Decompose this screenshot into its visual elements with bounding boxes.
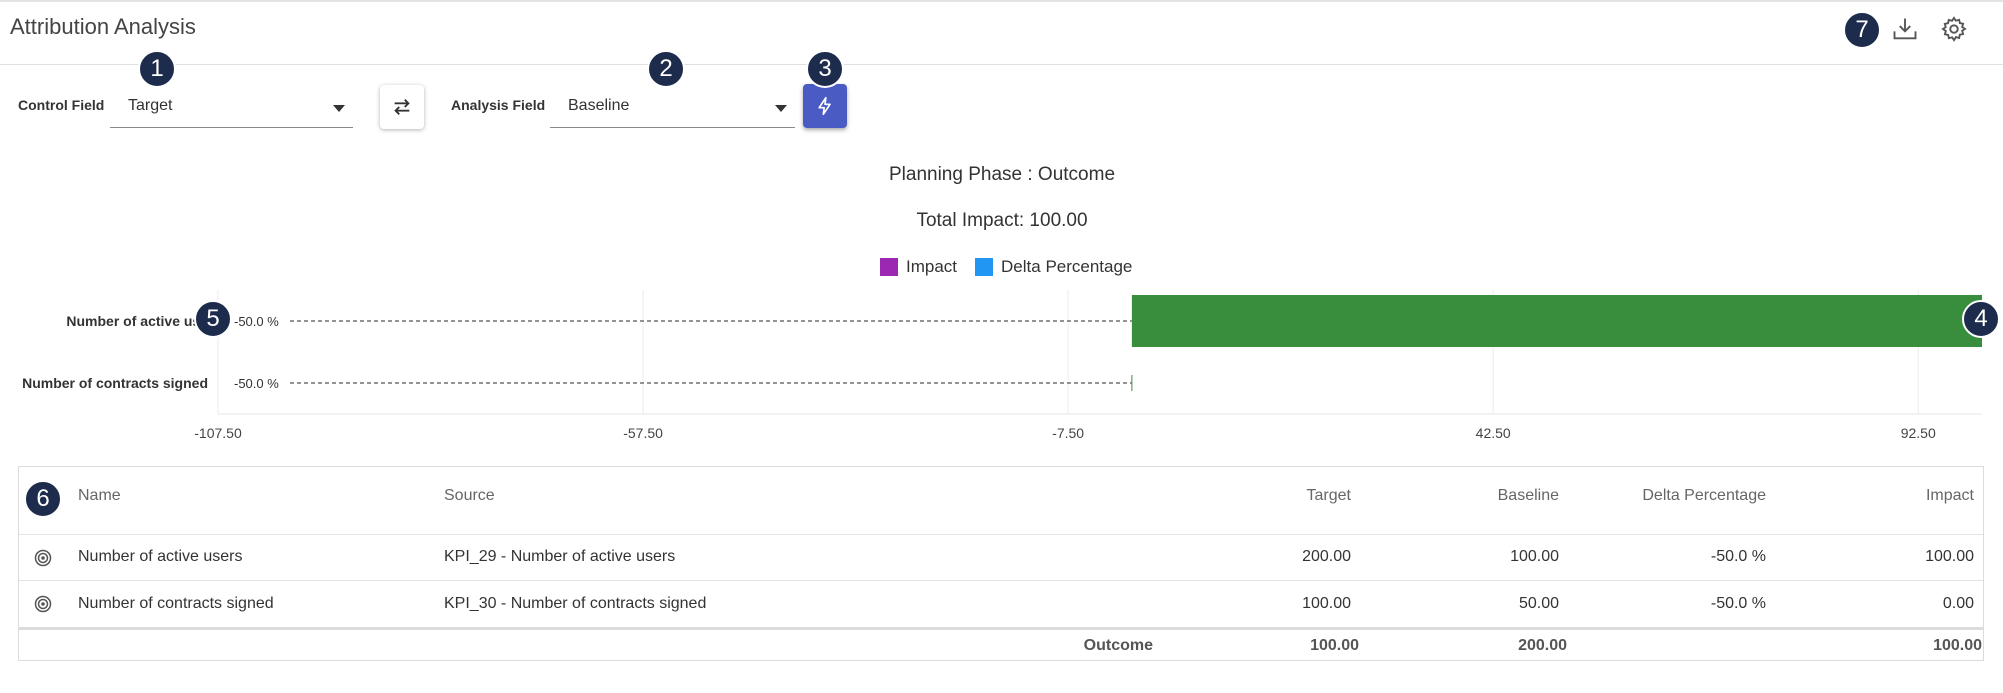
- x-tick-label: -107.50: [194, 425, 242, 441]
- footer-label: Outcome: [1083, 637, 1153, 654]
- panel-header: [0, 2, 2003, 65]
- column-header-impact[interactable]: Impact: [1774, 487, 1974, 505]
- attribution-bar-chart: -107.50 -57.50 -7.50 42.50 92.50 Number of ac…: [22, 290, 1982, 441]
- control-field-label: Control Field: [18, 97, 105, 113]
- page-title: Attribution Analysis: [10, 14, 196, 39]
- analysis-field-label: Analysis Field: [451, 97, 546, 113]
- legend-swatch-delta: [975, 258, 994, 276]
- target-icon: [34, 549, 52, 567]
- annotation-badge-4: 4: [1962, 300, 2000, 338]
- swap-icon: [394, 99, 410, 115]
- annotation-badge-6: 6: [24, 480, 62, 518]
- x-tick-label: -57.50: [623, 425, 663, 441]
- row-source: KPI_29 - Number of active users: [444, 548, 676, 565]
- chevron-down-icon: [775, 105, 787, 112]
- swap-fields-button[interactable]: [380, 85, 424, 129]
- column-header-delta-percentage[interactable]: Delta Percentage: [1566, 487, 1766, 505]
- lightning-icon: [818, 96, 831, 116]
- chart-title: Planning Phase : Outcome: [888, 164, 1116, 185]
- row-name: Number of contracts signed: [78, 595, 274, 612]
- delta-label: -50.0 %: [234, 376, 279, 391]
- download-button[interactable]: [1887, 11, 1923, 47]
- column-header-target[interactable]: Target: [1151, 487, 1351, 505]
- legend-item-delta-percentage[interactable]: Delta Percentage: [975, 257, 1132, 277]
- category-label: Number of contracts signed: [22, 375, 208, 391]
- settings-button[interactable]: [1936, 11, 1972, 47]
- column-header-name[interactable]: Name: [78, 487, 121, 505]
- chevron-down-icon: [333, 105, 345, 112]
- chart-legend: Impact Delta Percentage: [880, 257, 1132, 277]
- gear-icon: [1941, 16, 1967, 42]
- footer-baseline: 200.00: [1518, 637, 1567, 654]
- run-analysis-button[interactable]: [803, 84, 847, 128]
- row-target: 100.00: [1302, 595, 1351, 612]
- x-tick-label: 92.50: [1901, 425, 1936, 441]
- row-baseline: 50.00: [1518, 595, 1559, 612]
- row-delta: -50.0 %: [1710, 548, 1766, 565]
- control-field-select[interactable]: Target: [110, 87, 353, 128]
- download-icon: [1893, 18, 1917, 40]
- row-target: 200.00: [1302, 548, 1351, 565]
- analysis-field-value: Baseline: [568, 97, 630, 114]
- footer-target: 100.00: [1310, 637, 1359, 654]
- category-label: Number of active use: [66, 313, 208, 329]
- footer-impact: 100.00: [1933, 637, 1982, 654]
- row-source: KPI_30 - Number of contracts signed: [444, 595, 707, 612]
- row-impact: 100.00: [1925, 548, 1974, 565]
- legend-swatch-impact: [880, 258, 898, 276]
- legend-label-delta: Delta Percentage: [1001, 257, 1133, 276]
- annotation-badge-1: 1: [138, 50, 176, 88]
- footer-divider: [19, 627, 1983, 630]
- impact-bar: [1131, 295, 1982, 347]
- column-header-baseline[interactable]: Baseline: [1359, 487, 1559, 505]
- x-tick-label: -7.50: [1052, 425, 1084, 441]
- delta-label: -50.0 %: [234, 314, 279, 329]
- legend-item-impact[interactable]: Impact: [880, 257, 957, 277]
- row-impact: 0.00: [1942, 595, 1974, 612]
- annotation-badge-7: 7: [1843, 11, 1881, 49]
- row-delta: -50.0 %: [1710, 595, 1766, 612]
- target-icon: [34, 595, 52, 613]
- annotation-badge-2: 2: [647, 50, 685, 88]
- row-baseline: 100.00: [1510, 548, 1559, 565]
- x-tick-label: 42.50: [1476, 425, 1511, 441]
- annotation-badge-5: 5: [194, 300, 232, 338]
- annotation-badge-3: 3: [806, 50, 844, 88]
- row-name: Number of active users: [78, 548, 243, 565]
- column-header-source[interactable]: Source: [444, 487, 495, 505]
- analysis-field-select[interactable]: Baseline: [550, 87, 795, 128]
- control-field-value: Target: [128, 97, 173, 114]
- chart-subtitle: Total Impact: 100.00: [916, 210, 1088, 231]
- legend-label-impact: Impact: [906, 257, 958, 276]
